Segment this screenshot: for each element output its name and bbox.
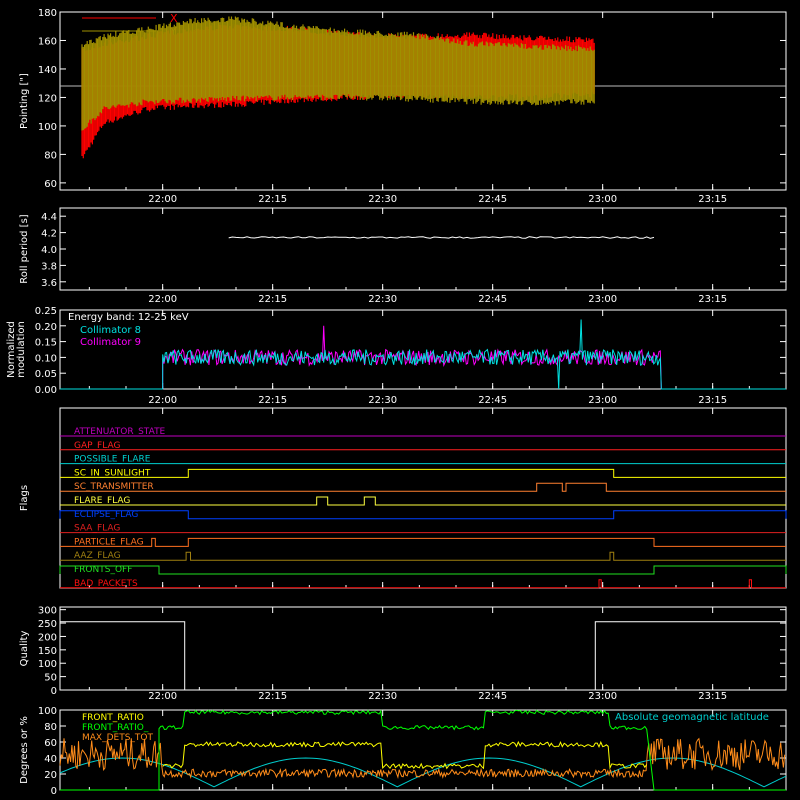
quality-x-tick-label: 23:00 — [588, 691, 617, 702]
modulation-y-tick-label: 0.20 — [35, 322, 57, 333]
modulation-x-tick-label: 22:30 — [368, 395, 397, 406]
pointing-x-tick-label: 23:00 — [588, 194, 617, 205]
quality-y-tick-label: 150 — [38, 646, 57, 657]
flag-label-particle-flag: PARTICLE_FLAG — [74, 537, 144, 547]
flags-y-axis-label: Flags — [19, 485, 30, 511]
modulation-legend-collimator-9: Collimator 9 — [80, 337, 141, 348]
quality-x-tick-label: 22:15 — [258, 691, 287, 702]
quality-x-tick-label: 22:30 — [368, 691, 397, 702]
ratios-geomagnetic-label: Absolute geomagnetic latitude — [615, 712, 769, 723]
flag-label-eclipse-flag: ECLIPSE_FLAG — [74, 510, 138, 520]
quality-y-tick-label: 50 — [44, 673, 57, 684]
flag-label-sc-in-sunlight: SC_IN_SUNLIGHT — [74, 468, 151, 478]
ratios-y-tick-label: 40 — [44, 754, 57, 765]
modulation-y-tick-label: 0.10 — [35, 353, 57, 364]
roll-x-tick-label: 22:15 — [258, 294, 287, 305]
flag-label-flare-flag: FLARE_FLAG — [74, 496, 130, 506]
pointing-y-axis-label: Pointing ["] — [19, 73, 30, 129]
quality-y-axis-label: Quality — [19, 631, 30, 667]
modulation-y-tick-label: 0.15 — [35, 338, 57, 349]
pointing-y-tick-label: 120 — [38, 93, 57, 104]
quality-y-tick-label: 300 — [38, 606, 57, 617]
roll-y-axis-label: Roll period [s] — [19, 214, 30, 283]
roll-x-tick-label: 23:00 — [588, 294, 617, 305]
ratios-y-tick-label: 80 — [44, 722, 57, 733]
flag-label-bad-packets: BAD_PACKETS — [74, 579, 138, 589]
diagnostic-plots: 22:00 22:15 22:30 22:45 23:00 23:15 60 80 100 120… — [0, 0, 800, 800]
roll-y-tick-label: 3.8 — [41, 261, 57, 272]
flag-label-attenuator-state: ATTENUATOR_STATE — [74, 427, 166, 437]
roll-y-tick-label: 4.0 — [41, 245, 57, 256]
roll-x-tick-label: 23:15 — [698, 294, 727, 305]
roll-y-tick-label: 4.4 — [41, 212, 57, 223]
pointing-x-tick-label: 23:15 — [698, 194, 727, 205]
roll-x-tick-label: 22:45 — [478, 294, 507, 305]
quality-x-tick-label: 23:15 — [698, 691, 727, 702]
ratios-y-axis-label: Degrees or % — [19, 716, 30, 784]
modulation-y-tick-label: 0.25 — [35, 306, 57, 317]
pointing-x-tick-label: 22:45 — [478, 194, 507, 205]
quality-x-tick-label: 22:45 — [478, 691, 507, 702]
modulation-y-tick-label: 0.00 — [35, 385, 57, 396]
roll-x-tick-label: 22:30 — [368, 294, 397, 305]
flag-label-sc-transmitter: SC_TRANSMITTER — [74, 482, 154, 492]
quality-y-tick-label: 0 — [51, 686, 57, 697]
pointing-y-tick-label: 180 — [38, 8, 57, 19]
modulation-x-tick-label: 22:15 — [258, 395, 287, 406]
ratios-y-tick-label: 60 — [44, 738, 57, 749]
modulation-y-axis-label: modulation — [16, 321, 27, 378]
ratios-y-tick-label: 100 — [38, 706, 57, 717]
pointing-y-tick-label: 60 — [44, 179, 57, 190]
modulation-y-tick-label: 0.05 — [35, 369, 57, 380]
quality-y-tick-label: 250 — [38, 619, 57, 630]
pointing-legend-label-y: Y — [169, 25, 177, 38]
pointing-y-tick-label: 160 — [38, 36, 57, 47]
pointing-y-tick-label: 140 — [38, 65, 57, 76]
modulation-x-tick-label: 23:15 — [698, 395, 727, 406]
pointing-x-tick-label: 22:30 — [368, 194, 397, 205]
modulation-x-tick-label: 22:45 — [478, 395, 507, 406]
roll-y-tick-label: 3.6 — [41, 278, 57, 289]
quality-x-tick-label: 22:00 — [148, 691, 177, 702]
flag-label-gap-flag: GAP_FLAG — [74, 441, 120, 451]
flag-label-saa-flag: SAA_FLAG — [74, 524, 120, 534]
pointing-y-tick-label: 80 — [44, 150, 57, 161]
pointing-x-tick-label: 22:00 — [148, 194, 177, 205]
roll-y-tick-label: 4.2 — [41, 229, 57, 240]
modulation-x-tick-label: 22:00 — [148, 395, 177, 406]
quality-y-tick-label: 100 — [38, 659, 57, 670]
modulation-energy-annotation: Energy band: 12-25 keV — [68, 312, 189, 323]
pointing-legend-label-x: X — [170, 12, 178, 25]
flag-label-fronts-off: FRONTS_OFF — [74, 565, 132, 575]
modulation-x-tick-label: 23:00 — [588, 395, 617, 406]
ratios-legend-max-dets-tot: MAX_DETS_TOT — [82, 733, 153, 743]
modulation-legend-collimator-8: Collimator 8 — [80, 325, 141, 336]
quality-y-tick-label: 200 — [38, 632, 57, 643]
ratios-y-tick-label: 0 — [51, 786, 57, 797]
flag-label-aaz-flag: AAZ_FLAG — [74, 551, 121, 561]
ratios-legend-front-ratio: FRONT_RATIO — [82, 713, 144, 723]
roll-x-tick-label: 22:00 — [148, 294, 177, 305]
ratios-y-tick-label: 20 — [44, 770, 57, 781]
pointing-y-tick-label: 100 — [38, 122, 57, 133]
ratios-legend-front-ratio-: FRONT_RATIO_ — [82, 723, 149, 733]
flag-label-possible-flare: POSSIBLE_FLARE — [74, 455, 151, 465]
pointing-x-tick-label: 22:15 — [258, 194, 287, 205]
background — [0, 0, 800, 800]
